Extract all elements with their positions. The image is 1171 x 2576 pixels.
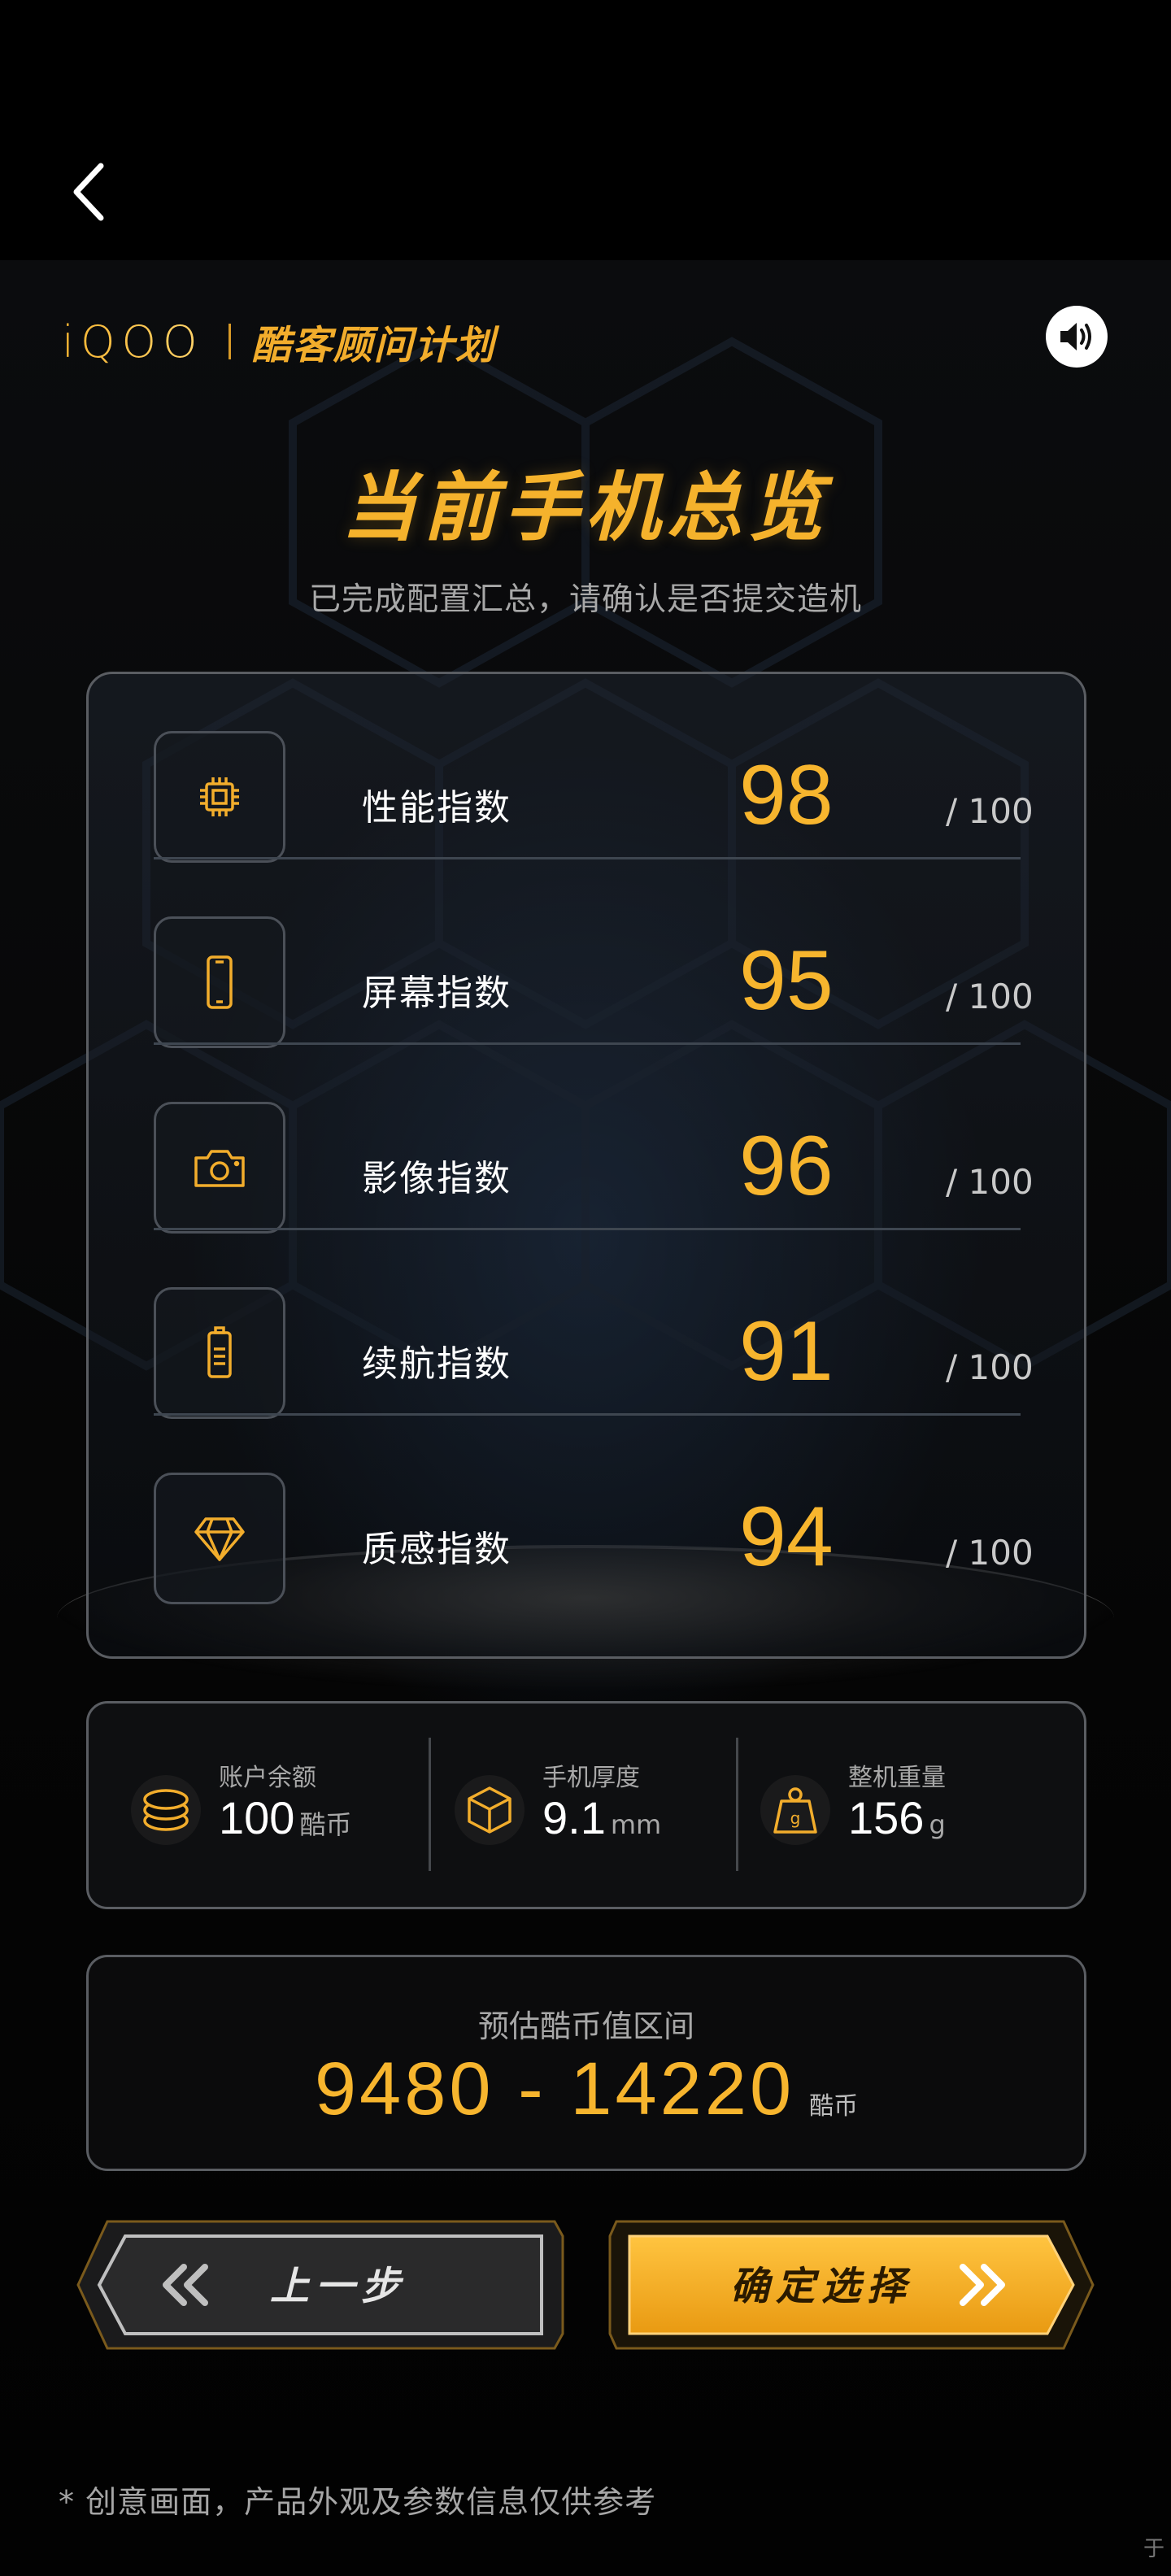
score-value: 98 <box>739 748 834 842</box>
info-unit: 酷币 <box>299 1809 352 1840</box>
info-number: 100 <box>219 1792 295 1843</box>
confirm-button-label: 确定选择 <box>730 2264 913 2309</box>
estimate-value-row: 9480 - 14220 酷币 <box>89 2047 1084 2132</box>
score-label: 质感指数 <box>362 1529 511 1570</box>
score-row-battery: 续航指数 91 / 100 <box>154 1230 1034 1419</box>
info-icon-circle <box>131 1775 201 1845</box>
page-title: 当前手机总览 <box>341 464 829 551</box>
info-number: 9.1 <box>542 1792 606 1843</box>
phone-icon <box>207 955 233 1009</box>
camera-icon <box>194 1150 245 1187</box>
score-max: / 100 <box>946 1347 1034 1387</box>
chevron-left-icon <box>73 163 104 221</box>
score-row-performance: 性能指数 98 / 100 <box>154 674 1034 863</box>
corner-mark: 于 <box>1143 2537 1165 2561</box>
score-label: 性能指数 <box>362 787 511 829</box>
coins-icon <box>143 1789 189 1831</box>
estimate-unit: 酷币 <box>809 2092 859 2121</box>
brand-logo: iQOO <box>62 315 204 368</box>
estimate-label: 预估酷币值区间 <box>477 2008 694 2044</box>
speaker-icon <box>1060 323 1091 350</box>
info-label: 手机厚度 <box>542 1764 640 1792</box>
info-value: 9.1 mm <box>542 1791 661 1844</box>
info-label: 账户余额 <box>219 1764 316 1792</box>
score-row-texture: 质感指数 94 / 100 <box>154 1416 1034 1604</box>
info-number: 156 <box>848 1792 925 1843</box>
score-value: 95 <box>739 933 834 1028</box>
score-label: 屏幕指数 <box>362 973 511 1014</box>
score-card: 性能指数 98 / 100 屏幕指数 95 / 100 影像指数 96 / 10… <box>86 672 1086 1659</box>
score-label: 续航指数 <box>362 1343 511 1385</box>
phone-info-card: 账户余额 100 酷币 手机厚度 9.1 mm g 整机重量 156 g <box>86 1701 1086 1909</box>
brand-header: iQOO 酷客顾问计划 <box>62 315 496 369</box>
prev-step-button[interactable]: 上一步 <box>75 2212 568 2358</box>
info-value: 156 g <box>848 1791 946 1844</box>
double-chevron-left-icon <box>163 2264 208 2306</box>
score-value: 94 <box>739 1490 834 1584</box>
score-icon-box <box>154 1473 285 1604</box>
info-icon-circle: g <box>760 1775 830 1845</box>
top-bar <box>0 0 1171 260</box>
score-value: 91 <box>739 1304 834 1399</box>
score-max: / 100 <box>946 1162 1034 1202</box>
prev-button-label: 上一步 <box>270 2264 407 2309</box>
score-row-screen: 屏幕指数 95 / 100 <box>154 859 1034 1048</box>
weight-icon: g <box>773 1787 817 1834</box>
score-row-camera: 影像指数 96 / 100 <box>154 1045 1034 1234</box>
confirm-button[interactable]: 确定选择 <box>608 2212 1096 2358</box>
score-label: 影像指数 <box>362 1158 511 1199</box>
score-value: 96 <box>739 1119 834 1213</box>
score-max: / 100 <box>946 977 1034 1016</box>
estimate-card: 预估酷币值区间 9480 - 14220 酷币 <box>86 1955 1086 2171</box>
info-value: 100 酷币 <box>219 1791 351 1844</box>
chip-icon <box>200 777 239 816</box>
score-max: / 100 <box>946 1533 1034 1573</box>
page-subtitle: 已完成配置汇总，请确认是否提交造机 <box>308 581 862 618</box>
info-divider <box>429 1738 431 1871</box>
score-icon-box <box>154 1102 285 1234</box>
info-divider <box>736 1738 738 1871</box>
cube-icon <box>468 1786 511 1834</box>
svg-text:g: g <box>790 1808 801 1828</box>
score-icon-box <box>154 731 285 863</box>
battery-icon <box>207 1326 232 1378</box>
info-icon-circle <box>455 1775 525 1845</box>
score-icon-box <box>154 1287 285 1419</box>
disclaimer-footnote: * 创意画面，产品外观及参数信息仅供参考 <box>59 2484 657 2520</box>
info-label: 整机重量 <box>848 1764 946 1792</box>
info-unit: mm <box>610 1809 662 1840</box>
back-button[interactable] <box>65 159 114 224</box>
sound-button[interactable] <box>1046 306 1108 368</box>
double-chevron-right-icon <box>960 2264 1005 2306</box>
brand-divider <box>228 324 231 359</box>
score-icon-box <box>154 916 285 1048</box>
diamond-icon <box>194 1517 245 1561</box>
estimate-value: 9480 - 14220 <box>314 2047 795 2130</box>
score-max: / 100 <box>946 791 1034 831</box>
brand-name: 酷客顾问计划 <box>251 323 496 368</box>
info-unit: g <box>929 1809 946 1840</box>
